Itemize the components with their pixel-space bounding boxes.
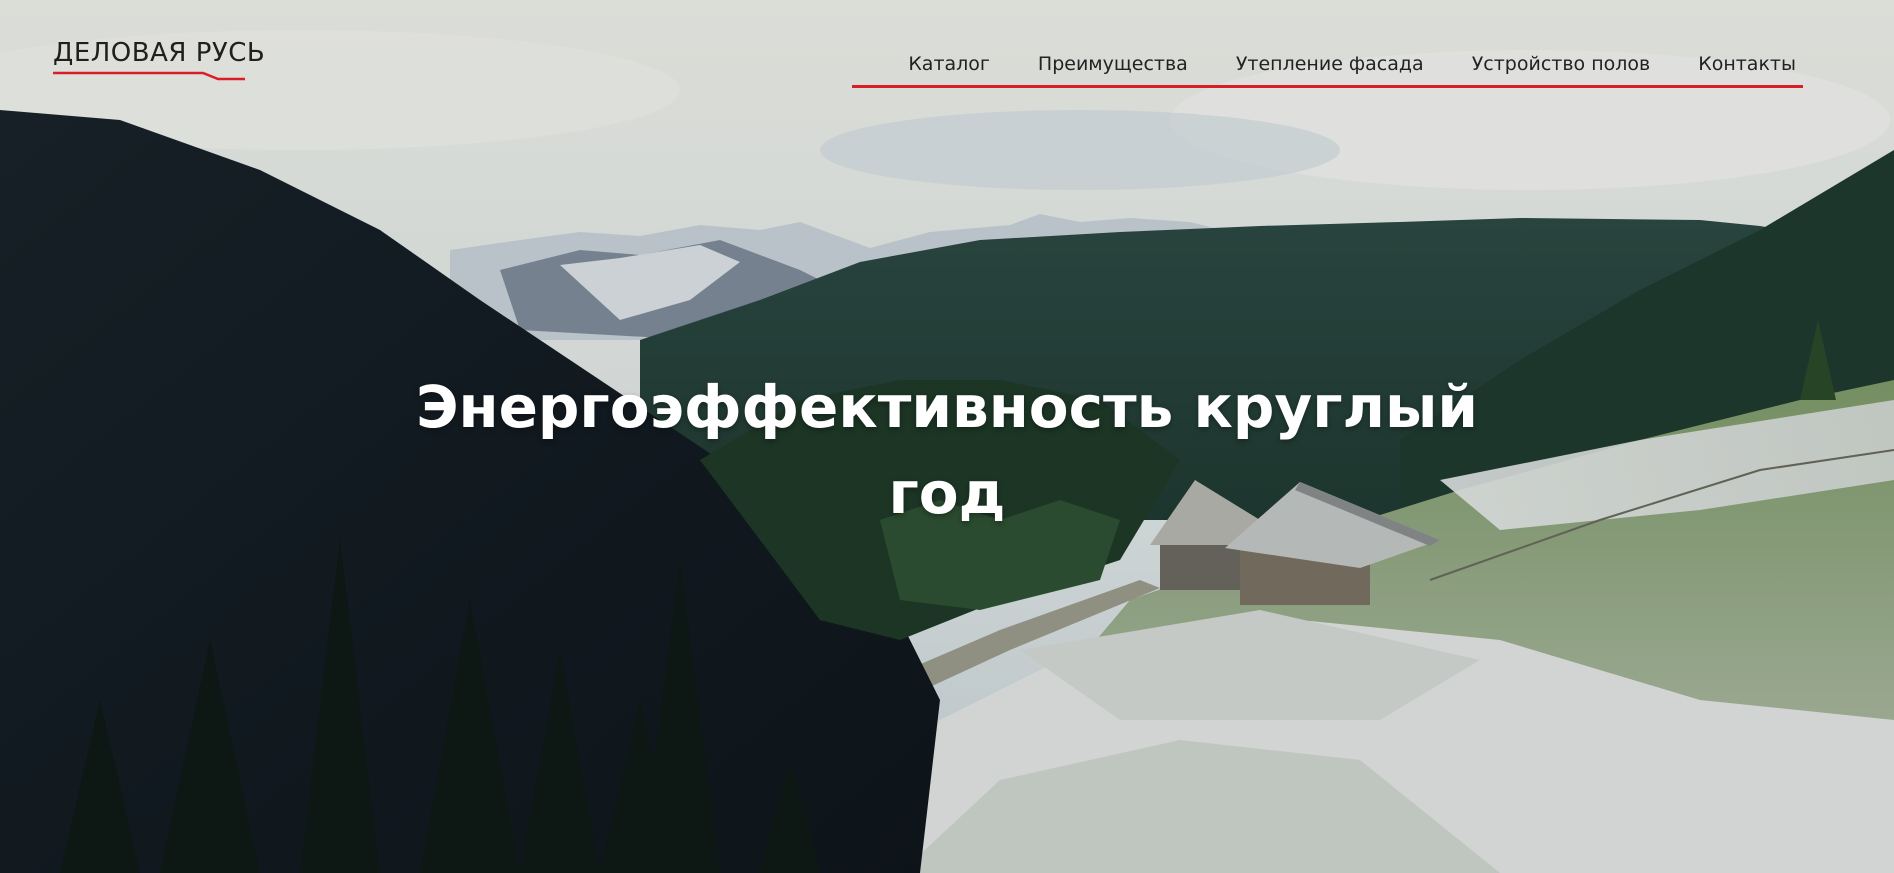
nav-item-floor-installation[interactable]: Устройство полов [1448, 52, 1675, 76]
hero-headline: Энергоэффективность круглый год [415, 372, 1479, 527]
nav-item-contacts[interactable]: Контакты [1674, 52, 1804, 76]
nav-item-facade-insulation[interactable]: Утепление фасада [1212, 52, 1448, 76]
site-header: ДЕЛОВАЯ РУСЬ Каталог Преимущества Утепле… [0, 0, 1894, 110]
brand-logo-underline [53, 71, 245, 81]
nav-item-advantages[interactable]: Преимущества [1014, 52, 1212, 76]
nav-underline [852, 85, 1803, 88]
nav-item-catalog[interactable]: Каталог [902, 52, 1014, 76]
main-nav: Каталог Преимущества Утепление фасада Ус… [902, 52, 1804, 76]
brand-logo[interactable]: ДЕЛОВАЯ РУСЬ [53, 38, 265, 68]
